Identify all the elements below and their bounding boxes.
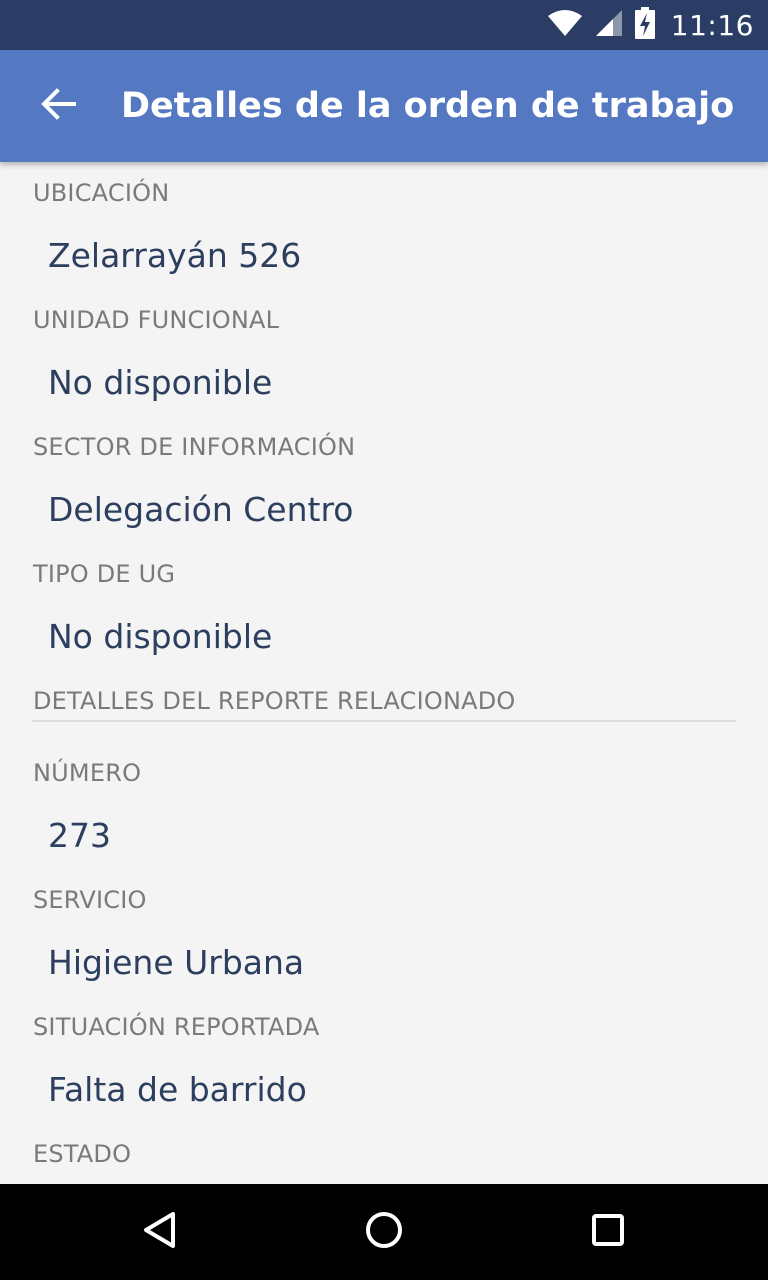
work-order-details[interactable]: UBICACIÓN Zelarrayán 526 UNIDAD FUNCIONA… bbox=[0, 162, 768, 1184]
back-button[interactable] bbox=[22, 70, 94, 142]
recents-square-icon bbox=[588, 1210, 628, 1254]
servicio-label: SERVICIO bbox=[33, 886, 147, 914]
report-section-header: DETALLES DEL REPORTE RELACIONADO bbox=[33, 687, 516, 715]
status-bar: 11:16 bbox=[0, 0, 768, 50]
wifi-icon bbox=[547, 9, 583, 41]
battery-charging-icon bbox=[634, 7, 655, 43]
tipo-ug-label: TIPO DE UG bbox=[33, 560, 176, 588]
nav-recents-button[interactable] bbox=[560, 1184, 656, 1280]
unidad-funcional-value: No disponible bbox=[48, 363, 273, 402]
ubicacion-value: Zelarrayán 526 bbox=[48, 236, 302, 275]
home-circle-icon bbox=[364, 1210, 404, 1254]
sector-informacion-label: SECTOR DE INFORMACIÓN bbox=[33, 433, 356, 461]
back-triangle-icon bbox=[140, 1210, 180, 1254]
estado-label: ESTADO bbox=[33, 1140, 132, 1168]
page-title: Detalles de la orden de trabajo bbox=[121, 86, 735, 126]
arrow-back-icon bbox=[40, 88, 76, 124]
nav-back-button[interactable] bbox=[112, 1184, 208, 1280]
situacion-value: Falta de barrido bbox=[48, 1070, 307, 1109]
sector-informacion-value: Delegación Centro bbox=[48, 490, 354, 529]
cell-signal-icon bbox=[595, 9, 623, 41]
ubicacion-label: UBICACIÓN bbox=[33, 179, 170, 207]
situacion-label: SITUACIÓN REPORTADA bbox=[33, 1013, 320, 1041]
nav-home-button[interactable] bbox=[336, 1184, 432, 1280]
servicio-value: Higiene Urbana bbox=[48, 943, 305, 982]
section-divider bbox=[32, 720, 736, 722]
numero-label: NÚMERO bbox=[33, 759, 142, 787]
numero-value: 273 bbox=[48, 816, 111, 855]
status-time: 11:16 bbox=[670, 8, 754, 42]
app-bar: Detalles de la orden de trabajo bbox=[0, 50, 768, 162]
navigation-bar bbox=[0, 1184, 768, 1280]
unidad-funcional-label: UNIDAD FUNCIONAL bbox=[33, 306, 280, 334]
tipo-ug-value: No disponible bbox=[48, 617, 273, 656]
status-icons: 11:16 bbox=[547, 0, 754, 50]
